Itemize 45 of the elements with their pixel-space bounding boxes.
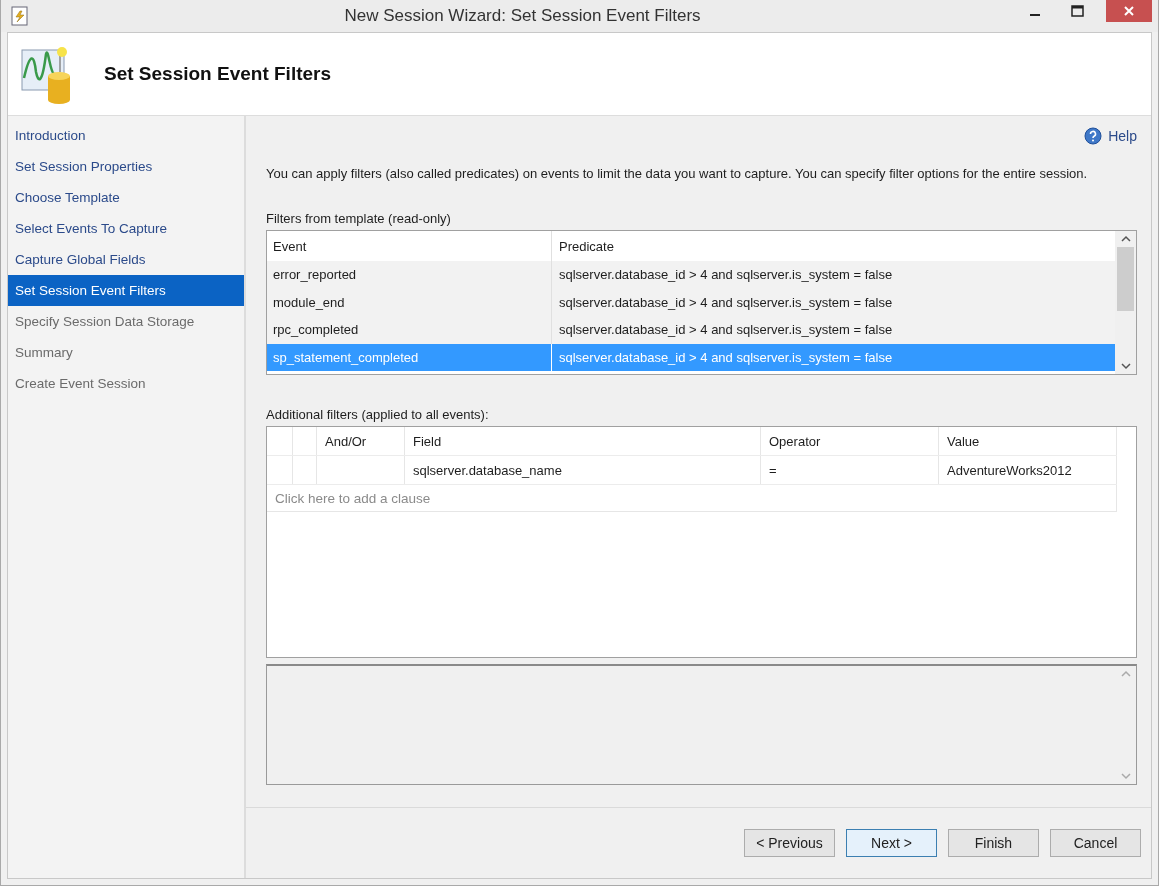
table-cell-text: sqlserver.database_id > 4 and sqlserver.is_system = false xyxy=(558,348,894,367)
app-icon xyxy=(9,5,31,27)
table-cell-text: sqlserver.database_id > 4 and sqlserver.is_system = false xyxy=(558,321,894,340)
wizard-button[interactable]: Next > xyxy=(846,829,937,857)
table-cell: rpc_completed xyxy=(267,316,552,344)
table-cell: AdventureWorks2012 xyxy=(939,456,1117,484)
column-header[interactable]: Field xyxy=(405,427,761,455)
page-heading: Set Session Event Filters xyxy=(104,63,332,85)
column-header[interactable]: And/Or xyxy=(317,427,405,455)
minimize-icon xyxy=(1030,14,1040,16)
maximize-icon xyxy=(1070,5,1084,17)
scroll-up-icon[interactable] xyxy=(1120,235,1131,243)
add-clause-field[interactable]: Click here to add a clause xyxy=(275,490,875,506)
column-header[interactable]: Predicate xyxy=(552,231,1115,261)
wizard-step[interactable]: Set Session Properties xyxy=(8,151,244,182)
help-icon xyxy=(1084,127,1103,145)
table-cell: sp_statement_completed xyxy=(267,343,552,371)
wizard-step[interactable]: Capture Global Fields xyxy=(8,244,244,275)
scrollbar[interactable] xyxy=(1115,231,1136,374)
wizard-step[interactable]: Choose Template xyxy=(8,182,244,213)
wizard-button[interactable]: < Previous xyxy=(744,829,835,857)
scroll-thumb[interactable] xyxy=(1117,247,1134,311)
window-title: New Session Wizard: Set Session Event Filters xyxy=(343,6,702,26)
table-row[interactable]: module_end sqlserver.database_id > 4 and sqlserver.is_system = false xyxy=(267,288,1115,316)
wizard-button[interactable]: Finish xyxy=(948,829,1039,857)
wizard-step[interactable]: Set Session Event Filters xyxy=(8,275,244,306)
table-cell: error_reported xyxy=(267,261,552,289)
scroll-down-icon[interactable] xyxy=(1120,362,1131,370)
table-row[interactable]: error_reported sqlserver.database_id > 4 and sqlserver.is_system = false xyxy=(267,261,1115,289)
table-cell-text: sqlserver.database_id > 4 and sqlserver.is_system = false xyxy=(558,293,894,312)
additional-filters-label: Additional filters (applied to all events): xyxy=(266,407,490,422)
column-header[interactable]: Value xyxy=(939,427,1117,455)
wizard-button[interactable]: Cancel xyxy=(1050,829,1141,857)
close-icon xyxy=(1123,5,1135,17)
wizard-step[interactable]: Select Events To Capture xyxy=(8,213,244,244)
description-text: You can apply filters (also called predicates) on events to limit the data you want to capture. You can specify filter options for the entire session. xyxy=(266,166,1089,181)
column-header[interactable]: Operator xyxy=(761,427,939,455)
table-cell: = xyxy=(761,456,939,484)
table-cell-text: sqlserver.database_id > 4 and sqlserver.is_system = false xyxy=(558,266,894,285)
table-cell: sqlserver.database_name xyxy=(405,456,761,484)
help-link[interactable]: Help xyxy=(1084,127,1137,145)
wizard-step[interactable]: Introduction xyxy=(8,120,244,151)
template-filters-label: Filters from template (read-only) xyxy=(266,211,452,226)
close-button[interactable] xyxy=(1106,0,1152,22)
table-row[interactable]: rpc_completed sqlserver.database_id > 4 and sqlserver.is_system = false xyxy=(267,316,1115,344)
